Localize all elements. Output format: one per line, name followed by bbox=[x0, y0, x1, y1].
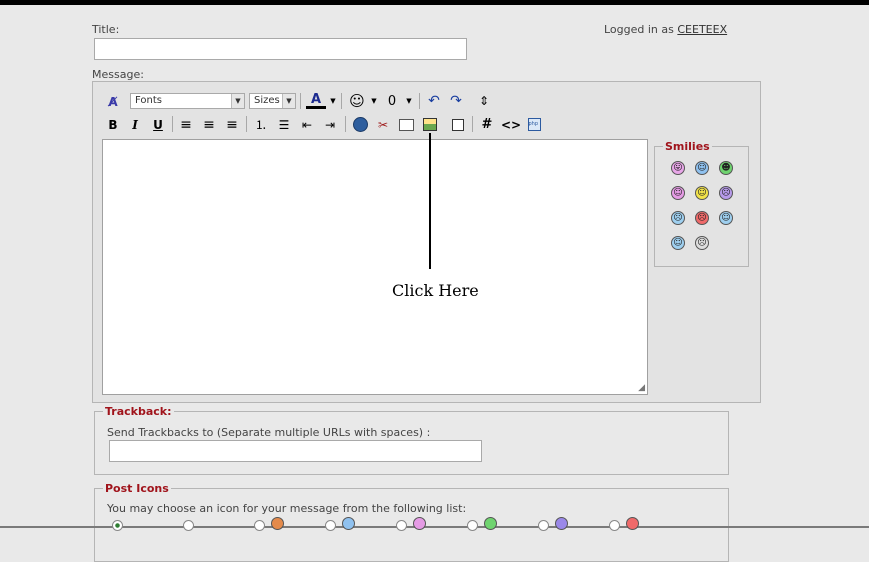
ordered-list-icon[interactable]: ⒈ bbox=[252, 116, 270, 133]
smiley-roll-icon[interactable]: ☺ bbox=[719, 211, 733, 225]
post-icon-radio-none[interactable] bbox=[112, 520, 123, 531]
chevron-down-icon[interactable]: ▼ bbox=[328, 95, 338, 107]
message-textarea[interactable]: ◢ bbox=[102, 139, 648, 395]
title-label: Title: bbox=[92, 23, 120, 36]
smiley-cool-icon[interactable]: ☺ bbox=[695, 161, 709, 175]
post-icon-radio-sad[interactable] bbox=[538, 520, 549, 531]
callout-line bbox=[429, 133, 431, 269]
post-icon-radio-cool[interactable] bbox=[325, 520, 336, 531]
smiley-confused-icon[interactable]: ☹ bbox=[671, 211, 685, 225]
undo-icon[interactable]: ↶ bbox=[425, 92, 443, 110]
post-icon-mad-icon bbox=[626, 517, 639, 530]
insert-image-icon[interactable] bbox=[421, 115, 439, 133]
font-color-button[interactable]: A bbox=[305, 91, 327, 111]
font-select[interactable]: Fonts ▼ bbox=[130, 93, 245, 109]
chevron-down-icon: ▼ bbox=[282, 94, 295, 108]
chevron-down-icon[interactable]: ▼ bbox=[369, 95, 379, 107]
trackback-legend: Trackback: bbox=[105, 405, 172, 418]
toolbar-separator bbox=[341, 93, 342, 109]
top-bar bbox=[0, 0, 869, 5]
resize-grip-icon[interactable]: ◢ bbox=[638, 383, 645, 393]
post-icons-description: You may choose an icon for your message … bbox=[107, 502, 467, 515]
smiley-mad-icon[interactable]: ☹ bbox=[695, 211, 709, 225]
chevron-down-icon[interactable]: ▼ bbox=[404, 95, 414, 107]
html-code-button[interactable]: <> bbox=[501, 116, 521, 133]
align-left-icon[interactable]: ≡ bbox=[177, 116, 195, 133]
post-icon-radio-grin[interactable] bbox=[467, 520, 478, 531]
size-select-value: Sizes bbox=[254, 95, 280, 106]
outdent-icon[interactable]: ⇤ bbox=[298, 116, 316, 133]
attachment-icon[interactable]: 0 bbox=[385, 92, 399, 110]
size-select[interactable]: Sizes ▼ bbox=[249, 93, 296, 109]
php-code-icon[interactable]: php bbox=[525, 116, 543, 133]
font-color-icon: A bbox=[310, 92, 322, 107]
align-right-icon[interactable]: ≡ bbox=[223, 116, 241, 133]
post-icons-legend: Post Icons bbox=[105, 482, 169, 495]
callout-label: Click Here bbox=[392, 281, 479, 300]
insert-email-icon[interactable] bbox=[397, 116, 415, 133]
font-color-swatch bbox=[306, 106, 326, 109]
toolbar-separator bbox=[419, 93, 420, 109]
smiley-happy-icon[interactable]: ☺ bbox=[671, 186, 685, 200]
post-icon-cool-icon bbox=[342, 517, 355, 530]
redo-icon[interactable]: ↷ bbox=[447, 92, 465, 110]
post-icon-sad-icon bbox=[555, 517, 568, 530]
trackback-description: Send Trackbacks to (Separate multiple UR… bbox=[107, 426, 431, 439]
title-input[interactable] bbox=[94, 38, 467, 60]
smiley-smile-icon[interactable]: ☺ bbox=[695, 186, 709, 200]
post-icon-radio-mad[interactable] bbox=[609, 520, 620, 531]
toolbar-separator bbox=[172, 116, 173, 132]
smiley-sad-icon[interactable]: ☹ bbox=[719, 186, 733, 200]
unlink-icon[interactable]: ✂ bbox=[374, 116, 392, 133]
smiley-eek-icon[interactable]: ☹ bbox=[695, 236, 709, 250]
align-center-icon[interactable]: ≡ bbox=[200, 116, 218, 133]
insert-link-icon[interactable] bbox=[351, 116, 369, 133]
post-icon-radio-blank[interactable] bbox=[183, 520, 194, 531]
post-icon-radio-happy[interactable] bbox=[396, 520, 407, 531]
toolbar-separator bbox=[345, 116, 346, 132]
quote-icon[interactable] bbox=[449, 116, 467, 133]
post-icon-happy-icon bbox=[413, 517, 426, 530]
toolbar-separator bbox=[246, 116, 247, 132]
remove-format-icon[interactable]: A̸ bbox=[104, 93, 122, 111]
chevron-down-icon: ▼ bbox=[231, 94, 244, 108]
message-label: Message: bbox=[92, 68, 144, 81]
username-link[interactable]: CEETEEX bbox=[677, 23, 727, 36]
post-icon-radio-thumbs[interactable] bbox=[254, 520, 265, 531]
bottom-border bbox=[0, 526, 869, 528]
smiley-grin-icon[interactable]: ☻ bbox=[719, 161, 733, 175]
post-icon-thumbs-icon bbox=[271, 517, 284, 530]
logged-in-prefix: Logged in as bbox=[604, 23, 674, 36]
underline-button[interactable]: U bbox=[149, 116, 167, 133]
unordered-list-icon[interactable]: ☰ bbox=[275, 116, 293, 133]
indent-icon[interactable]: ⇥ bbox=[321, 116, 339, 133]
logged-in-status: Logged in as CEETEEX bbox=[604, 23, 727, 36]
trackback-input[interactable] bbox=[109, 440, 482, 462]
italic-button[interactable]: I bbox=[126, 116, 144, 133]
post-icon-grin-icon bbox=[484, 517, 497, 530]
smiley-tongue-icon[interactable]: 😛 bbox=[671, 161, 685, 175]
wrap-code-button[interactable]: # bbox=[478, 116, 496, 133]
toolbar-separator bbox=[472, 116, 473, 132]
resize-editor-icon[interactable]: ⇕ bbox=[476, 92, 492, 110]
toolbar-separator bbox=[300, 93, 301, 109]
font-select-value: Fonts bbox=[135, 95, 162, 106]
smilies-legend: Smilies bbox=[665, 140, 710, 153]
bold-button[interactable]: B bbox=[104, 116, 122, 133]
smiley-menu-icon[interactable]: ☺ bbox=[348, 92, 366, 110]
smiley-shades-icon[interactable]: ☺ bbox=[671, 236, 685, 250]
